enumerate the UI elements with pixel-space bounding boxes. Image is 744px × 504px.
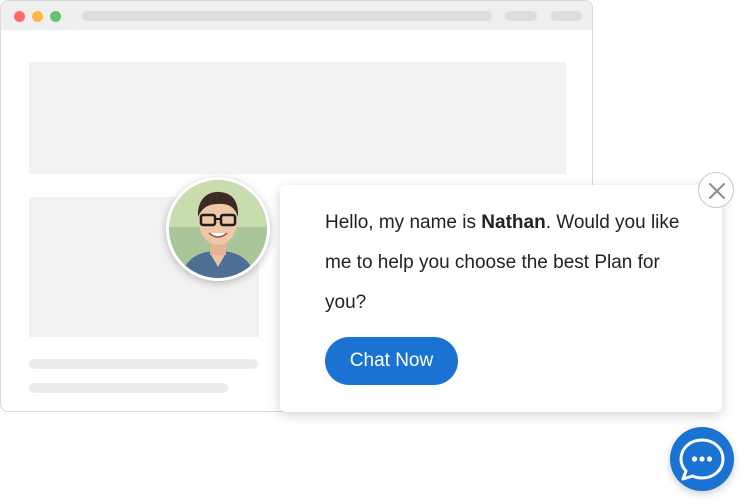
toolbar-placeholder-1: [505, 11, 537, 21]
close-button[interactable]: [698, 172, 734, 208]
agent-name: Nathan: [481, 212, 546, 233]
message-greeting: Hello, my name is: [325, 212, 482, 233]
address-bar-placeholder: [82, 11, 492, 21]
text-line-placeholder-1: [29, 359, 258, 369]
chat-now-button[interactable]: Chat Now: [325, 337, 458, 385]
window-maximize-dot: [50, 11, 61, 22]
window-minimize-dot: [32, 11, 43, 22]
browser-titlebar: [1, 1, 592, 30]
toolbar-placeholder-2: [550, 11, 582, 21]
chat-launcher-button[interactable]: [670, 427, 734, 491]
content-placeholder-hero: [29, 62, 566, 174]
agent-avatar: [166, 177, 270, 281]
chat-message: Hello, my name is Nathan. Would you like…: [325, 203, 685, 323]
chat-invitation-card: Hello, my name is Nathan. Would you like…: [280, 185, 722, 412]
text-line-placeholder-2: [29, 383, 228, 393]
window-close-dot: [14, 11, 25, 22]
